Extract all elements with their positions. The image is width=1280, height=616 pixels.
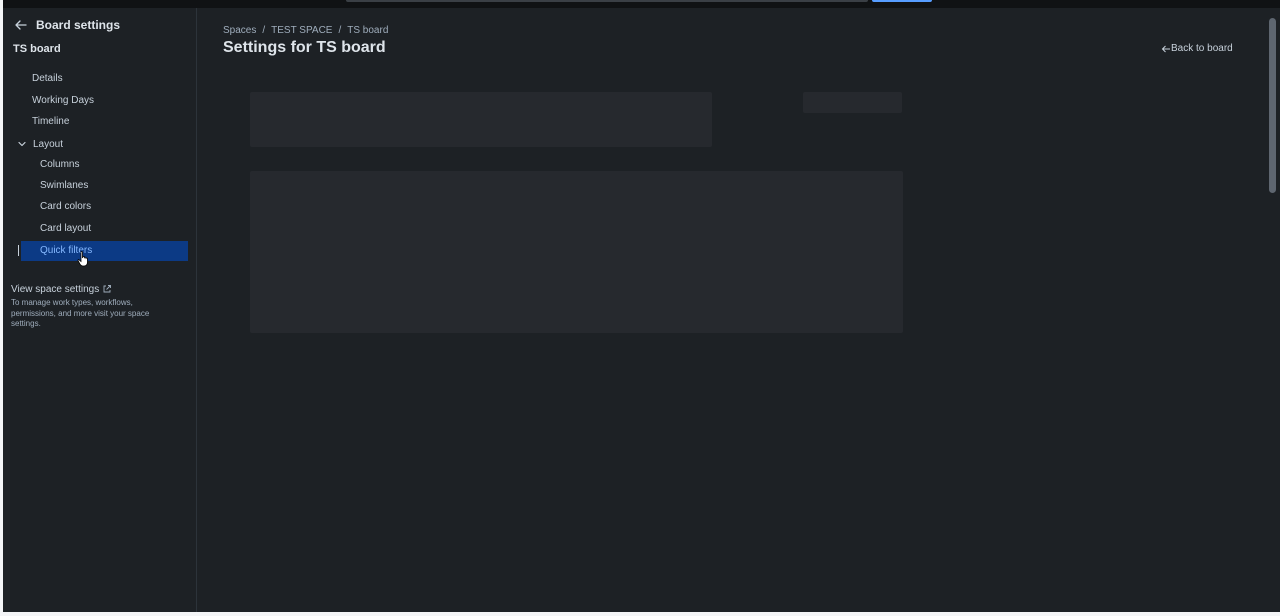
view-space-settings-description: To manage work types, workflows, permiss… <box>11 298 150 328</box>
board-name: TS board <box>13 43 61 55</box>
sidebar-header: Board settings <box>14 16 120 34</box>
arrow-left-icon <box>1161 45 1170 52</box>
sidebar-item-columns[interactable]: Columns <box>40 156 79 174</box>
view-space-settings-link[interactable]: View space settings <box>11 282 112 296</box>
breadcrumb-spaces[interactable]: Spaces <box>223 25 256 36</box>
sidebar: Board settings TS board Details Working … <box>3 8 197 612</box>
breadcrumb-separator: / <box>338 25 342 36</box>
loading-skeleton <box>803 92 902 113</box>
sidebar-item-timeline[interactable]: Timeline <box>32 113 69 131</box>
view-space-settings-label: View space settings <box>11 283 100 295</box>
loading-skeleton <box>250 92 712 147</box>
page-title: Settings for TS board <box>223 39 386 56</box>
breadcrumb-separator: / <box>262 25 266 36</box>
active-indicator <box>18 245 19 256</box>
sidebar-item-layout[interactable]: Layout <box>17 135 63 153</box>
scrollbar-thumb[interactable] <box>1269 18 1276 193</box>
sidebar-item-card-layout[interactable]: Card layout <box>40 220 91 238</box>
sidebar-item-working-days[interactable]: Working Days <box>32 92 94 110</box>
external-link-icon <box>103 285 112 293</box>
top-search-input-edge[interactable] <box>346 0 868 2</box>
breadcrumb-test-space[interactable]: TEST SPACE <box>271 25 332 36</box>
sidebar-item-card-colors[interactable]: Card colors <box>40 198 91 216</box>
back-to-board-label: Back to board <box>1171 43 1233 54</box>
top-primary-button-edge[interactable] <box>872 0 932 2</box>
back-to-board-link[interactable]: Back to board <box>1161 43 1233 54</box>
window-bottom-edge <box>0 612 1280 616</box>
sidebar-item-layout-label: Layout <box>33 138 64 150</box>
arrow-left-icon[interactable] <box>14 18 28 32</box>
mouse-cursor-icon <box>77 251 88 267</box>
breadcrumb: Spaces / TEST SPACE / TS board <box>223 25 388 36</box>
loading-skeleton <box>250 171 903 333</box>
sidebar-item-swimlanes[interactable]: Swimlanes <box>40 177 88 195</box>
chevron-down-icon[interactable] <box>17 139 27 149</box>
sidebar-item-details[interactable]: Details <box>32 70 63 88</box>
sidebar-title: Board settings <box>36 18 121 32</box>
breadcrumb-ts-board[interactable]: TS board <box>347 25 388 36</box>
